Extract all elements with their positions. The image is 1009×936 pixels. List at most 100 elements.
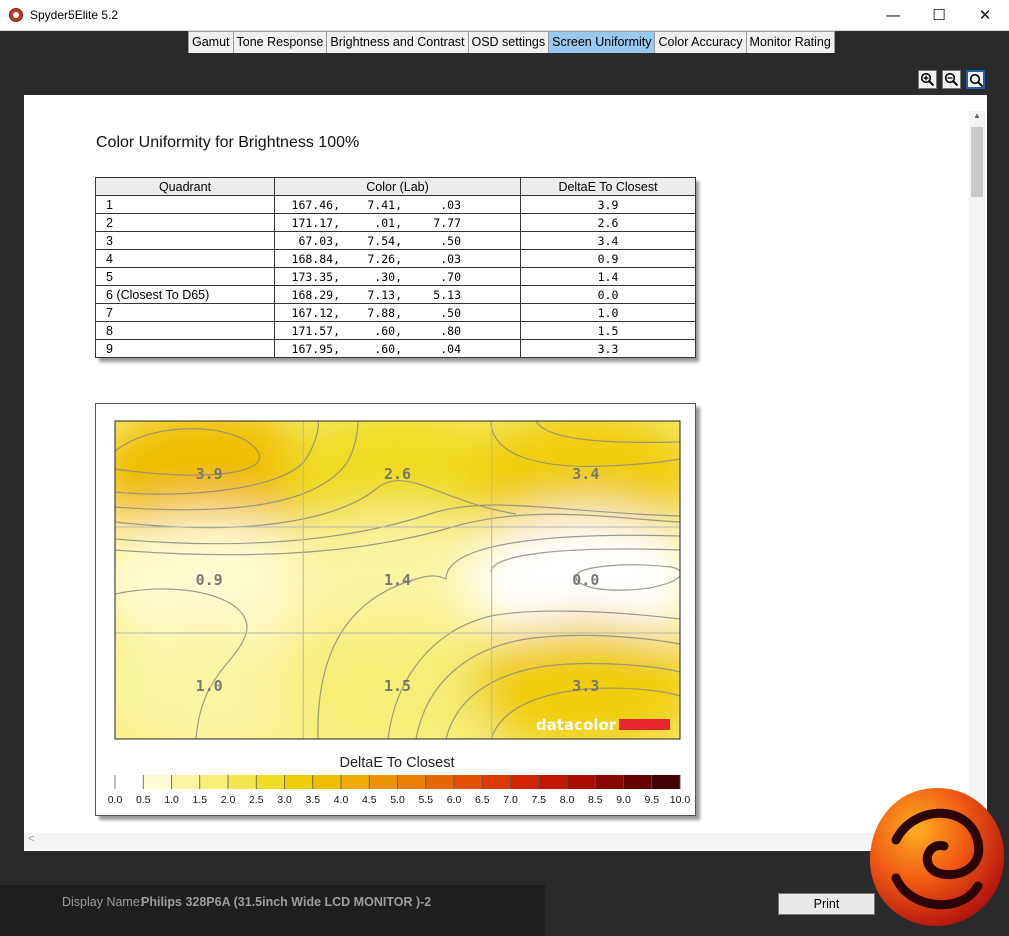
column-header-deltae: DeltaE To Closest [520,177,696,196]
legend-swatch [595,775,624,789]
legend-swatch [369,775,398,789]
deltae-cell: 2.6 [520,213,696,232]
legend-tick-label: 7.0 [503,794,518,806]
color-scale-legend: 0.0 0.5 1.0 1.5 2.0 2.5 3.0 3.5 4.0 4.5 5.0 5.5 6.0 6… [108,775,691,806]
scroll-up-icon[interactable]: ▲ [969,111,985,125]
legend-swatch [623,775,653,789]
color-lab-cell: 171.17, .01, 7.77 [274,213,521,232]
heatmap-cell-label: 0.0 [572,571,599,589]
legend-title: DeltaE To Closest [340,755,455,771]
legend-tick-label: 0.0 [108,794,123,806]
tab-monitor-rating[interactable]: Monitor Rating [745,31,835,53]
report-title: Color Uniformity for Brightness 100% [96,134,360,151]
color-lab-cell: 173.35, .30, .70 [274,267,521,286]
legend-tick-label: 4.0 [334,794,349,806]
legend-tick-label: 3.0 [277,794,292,806]
legend-tick-label: 2.0 [221,794,236,806]
tab-color-accuracy[interactable]: Color Accuracy [654,31,747,53]
legend-tick-label: 6.0 [447,794,462,806]
legend-swatch [143,775,172,789]
tab-gamut[interactable]: Gamut [188,31,234,53]
print-button[interactable]: Print [778,893,875,915]
quadrant-cell: 3 [95,231,275,250]
lab-component: 171.57, [291,323,340,338]
maximize-button[interactable]: ☐ [916,0,962,30]
horizontal-scrollbar[interactable]: < [24,833,969,850]
color-lab-cell: 168.29, 7.13, 5.13 [274,285,521,304]
legend-swatch [651,775,681,789]
tab-screen-uniformity[interactable]: Screen Uniformity [548,31,656,53]
vertical-scroll-thumb[interactable] [971,127,983,197]
legend-tick-label: 8.0 [560,794,575,806]
scroll-left-icon[interactable]: < [28,833,34,845]
color-lab-cell: 171.57, .60, .80 [274,321,521,340]
display-name-label: Display Name: [62,895,144,909]
legend-tick-label: 2.5 [249,794,264,806]
lab-component: .60, [374,341,402,356]
lab-component: 167.12, [291,305,340,320]
close-button[interactable]: ✕ [962,0,1008,30]
lab-component: .04 [440,341,461,356]
tab-tone-response[interactable]: Tone Response [232,31,328,53]
uniformity-chart: 3.9 2.6 3.4 0.9 1.4 0.0 1.0 1.5 3.3 datacolor De… [95,403,696,816]
deltae-cell: 3.3 [520,339,696,358]
lab-component: .01, [374,215,402,230]
legend-tick-label: 5.5 [418,794,433,806]
minimize-button[interactable]: — [870,0,916,30]
lab-component: .30, [374,269,402,284]
legend-tick-label: 1.5 [192,794,207,806]
heatmap-cell-label: 3.9 [196,465,223,483]
tab-osd-settings[interactable]: OSD settings [467,31,550,53]
legend-swatch [312,775,342,789]
table-row: 6 (Closest To D65) 168.29, 7.13, 5.13 0.0 [95,285,696,304]
quadrant-cell: 6 (Closest To D65) [95,285,275,304]
legend-swatch [538,775,568,789]
color-lab-cell: 167.46, 7.41, .03 [274,195,521,214]
tab-bar: Gamut Tone Response Brightness and Contras… [0,31,1009,54]
zoom-in-button[interactable] [918,70,937,89]
lab-component: 67.03, [298,233,340,248]
display-name-value: Philips 328P6A (31.5inch Wide LCD MONITO… [141,895,432,909]
legend-tick-label: 4.5 [362,794,377,806]
color-lab-cell: 167.95, .60, .04 [274,339,521,358]
table-row: 3 67.03, 7.54, .50 3.4 [95,231,696,250]
datacolor-watermark: datacolor [536,716,617,734]
column-header-color-lab: Color (Lab) [274,177,521,196]
color-lab-cell: 67.03, 7.54, .50 [274,231,521,250]
color-lab-cell: 167.12, 7.88, .50 [274,303,521,322]
zoom-fit-button[interactable] [966,70,985,89]
lab-component: .03 [440,251,461,266]
heatmap-cell-label: 1.4 [384,571,411,589]
lab-component: 7.41, [367,197,402,212]
lab-component: .80 [440,323,461,338]
table-row: 5 173.35, .30, .70 1.4 [95,267,696,286]
vertical-scrollbar[interactable]: ▲ [969,111,985,831]
deltae-cell: 0.0 [520,285,696,304]
quadrant-cell: 1 [95,195,275,214]
lab-component: .70 [440,269,461,284]
legend-swatch [482,775,511,789]
lab-component: 7.13, [367,287,402,302]
zoom-out-button[interactable] [942,70,961,89]
deltae-cell: 3.4 [520,231,696,250]
table-row: 7 167.12, 7.88, .50 1.0 [95,303,696,322]
app-logo-icon [9,8,23,22]
heatmap-cell-label: 2.6 [384,465,411,483]
deltae-cell: 0.9 [520,249,696,268]
lab-component: .50 [440,305,461,320]
lab-component: 7.77 [433,215,461,230]
deltae-cell: 1.0 [520,303,696,322]
lab-component: 173.35, [291,269,340,284]
title-bar: Spyder5Elite 5.2 — ☐ ✕ [0,0,1009,31]
legend-tick-label: 7.5 [531,794,546,806]
tab-list: Gamut Tone Response Brightness and Contras… [188,31,835,53]
legend-tick-label: 1.0 [164,794,179,806]
legend-tick-label: 10.0 [670,794,691,806]
lab-component: .60, [374,323,402,338]
lab-component: 168.29, [291,287,340,302]
quadrant-cell: 7 [95,303,275,322]
heatmap-cell-label: 1.0 [196,677,223,695]
legend-swatch [454,775,483,789]
tab-brightness-and-contrast[interactable]: Brightness and Contrast [326,31,469,53]
lab-component: 167.46, [291,197,340,212]
